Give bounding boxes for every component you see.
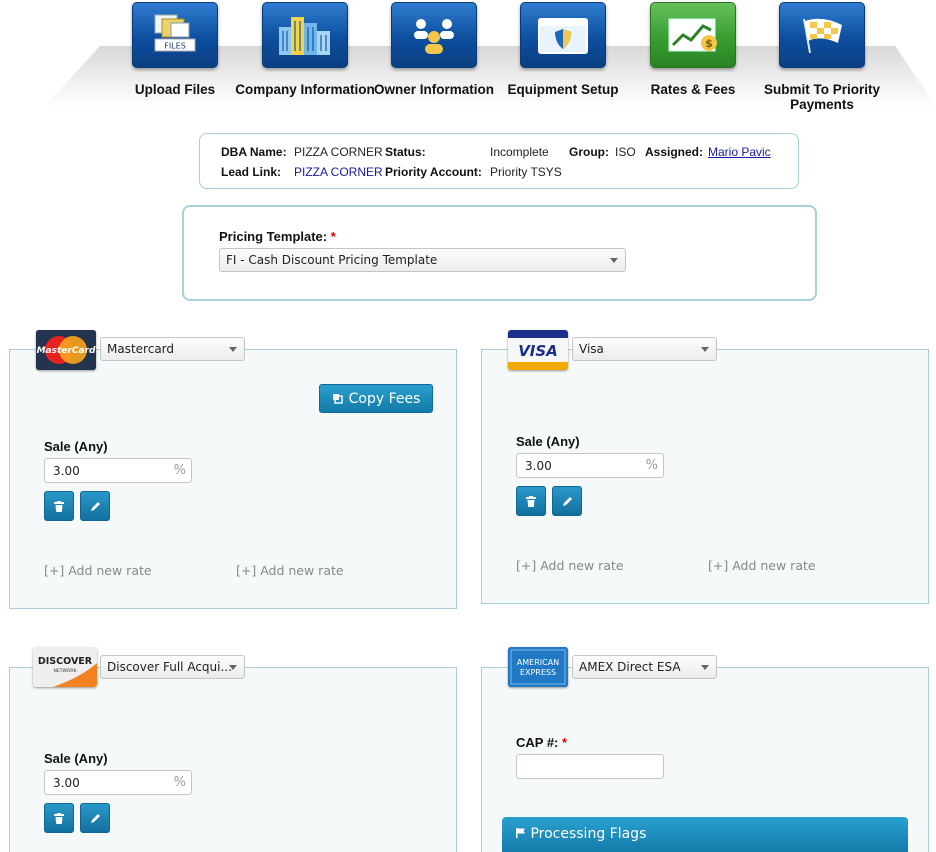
people-icon bbox=[391, 2, 477, 68]
trash-icon bbox=[54, 500, 64, 512]
wizard-step-label: Equipment Setup bbox=[507, 82, 619, 97]
mastercard-add-rate-link-1[interactable]: [+] Add new rate bbox=[44, 563, 152, 578]
discover-logo: DISCOVER NETWORK bbox=[33, 647, 97, 687]
cap-number-input[interactable] bbox=[516, 754, 664, 779]
visa-sale-input[interactable]: 3.00 % bbox=[516, 453, 664, 478]
lead-link[interactable]: PIZZA CORNER bbox=[294, 165, 383, 179]
wizard-step-label: Upload Files bbox=[134, 82, 216, 97]
application-summary: DBA Name: PIZZA CORNER Status: Incomplet… bbox=[199, 133, 799, 189]
wizard-step-submit[interactable]: Submit To Priority Payments bbox=[747, 2, 897, 112]
mastercard-network-select[interactable]: Mastercard bbox=[100, 337, 245, 361]
wizard-step-equipment-setup[interactable]: Equipment Setup bbox=[488, 2, 638, 97]
wizard-step-rates-fees[interactable]: $ Rates & Fees bbox=[618, 2, 768, 97]
priority-account-label: Priority Account: bbox=[385, 165, 482, 179]
files-icon: FILES bbox=[132, 2, 218, 68]
percent-sign: % bbox=[173, 463, 186, 478]
group-label: Group: bbox=[569, 145, 609, 159]
visa-edit-button[interactable] bbox=[552, 486, 582, 516]
svg-text:$: $ bbox=[705, 37, 713, 50]
pricing-template-section: Pricing Template: * FI - Cash Discount P… bbox=[182, 205, 817, 301]
rates-fees-page: FILES Upload Files Company Information O… bbox=[0, 0, 936, 852]
discover-network-select[interactable]: Discover Full Acqui... bbox=[100, 655, 245, 679]
pencil-icon bbox=[562, 496, 572, 506]
chevron-down-icon bbox=[701, 665, 709, 670]
discover-sale-label: Sale (Any) bbox=[44, 751, 108, 766]
amex-network-select[interactable]: AMEX Direct ESA bbox=[572, 655, 717, 679]
assigned-label: Assigned: bbox=[645, 145, 704, 159]
pencil-icon bbox=[90, 501, 100, 511]
mastercard-edit-button[interactable] bbox=[80, 491, 110, 521]
mastercard-delete-button[interactable] bbox=[44, 491, 74, 521]
browser-shield-icon bbox=[520, 2, 606, 68]
pencil-icon bbox=[90, 813, 100, 823]
mastercard-logo: MasterCard bbox=[36, 330, 96, 370]
chart-dollar-icon: $ bbox=[650, 2, 736, 68]
svg-text:VISA: VISA bbox=[518, 342, 558, 360]
assigned-user-link[interactable]: Mario Pavic bbox=[708, 145, 771, 159]
trash-icon bbox=[526, 495, 536, 507]
svg-text:NETWORK: NETWORK bbox=[53, 668, 77, 674]
discover-sale-input[interactable]: 3.00 % bbox=[44, 770, 192, 795]
wizard-step-label: Company Information bbox=[235, 82, 375, 97]
mastercard-add-rate-link-2[interactable]: [+] Add new rate bbox=[236, 563, 344, 578]
flag-icon bbox=[516, 828, 525, 838]
pricing-template-label: Pricing Template: * bbox=[219, 229, 336, 244]
chevron-down-icon bbox=[610, 258, 618, 263]
chevron-down-icon bbox=[701, 347, 709, 352]
wizard-step-upload-files[interactable]: FILES Upload Files bbox=[100, 2, 250, 97]
chevron-down-icon bbox=[229, 347, 237, 352]
wizard-step-company-information[interactable]: Company Information bbox=[230, 2, 380, 97]
trash-icon bbox=[54, 812, 64, 824]
processing-flags-header[interactable]: Processing Flags bbox=[502, 817, 908, 852]
priority-account-value: Priority TSYS bbox=[490, 165, 562, 179]
copy-fees-button[interactable]: Copy Fees bbox=[319, 384, 433, 413]
cap-number-label: CAP #: * bbox=[516, 735, 568, 750]
lead-link-label: Lead Link: bbox=[221, 165, 282, 179]
dba-name-value: PIZZA CORNER bbox=[294, 145, 383, 159]
svg-text:EXPRESS: EXPRESS bbox=[520, 668, 556, 677]
pricing-template-select[interactable]: FI - Cash Discount Pricing Template bbox=[219, 248, 626, 272]
visa-add-rate-link-2[interactable]: [+] Add new rate bbox=[708, 558, 816, 573]
checkered-flag-icon bbox=[779, 2, 865, 68]
dba-name-label: DBA Name: bbox=[221, 145, 287, 159]
discover-delete-button[interactable] bbox=[44, 803, 74, 833]
visa-delete-button[interactable] bbox=[516, 486, 546, 516]
amex-logo: AMERICAN EXPRESS bbox=[508, 647, 568, 687]
status-value: Incomplete bbox=[490, 145, 549, 159]
visa-add-rate-link-1[interactable]: [+] Add new rate bbox=[516, 558, 624, 573]
mastercard-sale-label: Sale (Any) bbox=[44, 439, 108, 454]
visa-logo: VISA bbox=[508, 330, 568, 370]
wizard-step-label: Owner Information bbox=[373, 82, 494, 97]
group-value: ISO bbox=[615, 145, 636, 159]
visa-network-select[interactable]: Visa bbox=[572, 337, 717, 361]
svg-text:DISCOVER: DISCOVER bbox=[38, 656, 93, 667]
wizard-step-label: Submit To Priority Payments bbox=[763, 82, 880, 112]
buildings-icon bbox=[262, 2, 348, 68]
wizard-step-owner-information[interactable]: Owner Information bbox=[359, 2, 509, 97]
mastercard-sale-input[interactable]: 3.00 % bbox=[44, 458, 192, 483]
svg-text:MasterCard: MasterCard bbox=[37, 346, 96, 356]
percent-sign: % bbox=[645, 458, 658, 473]
percent-sign: % bbox=[173, 775, 186, 790]
visa-sale-label: Sale (Any) bbox=[516, 434, 580, 449]
chevron-down-icon bbox=[229, 665, 237, 670]
status-label: Status: bbox=[385, 145, 426, 159]
svg-text:AMERICAN: AMERICAN bbox=[517, 658, 559, 667]
wizard-step-label: Rates & Fees bbox=[650, 82, 736, 97]
copy-icon bbox=[332, 394, 343, 404]
discover-edit-button[interactable] bbox=[80, 803, 110, 833]
svg-text:FILES: FILES bbox=[164, 42, 186, 51]
